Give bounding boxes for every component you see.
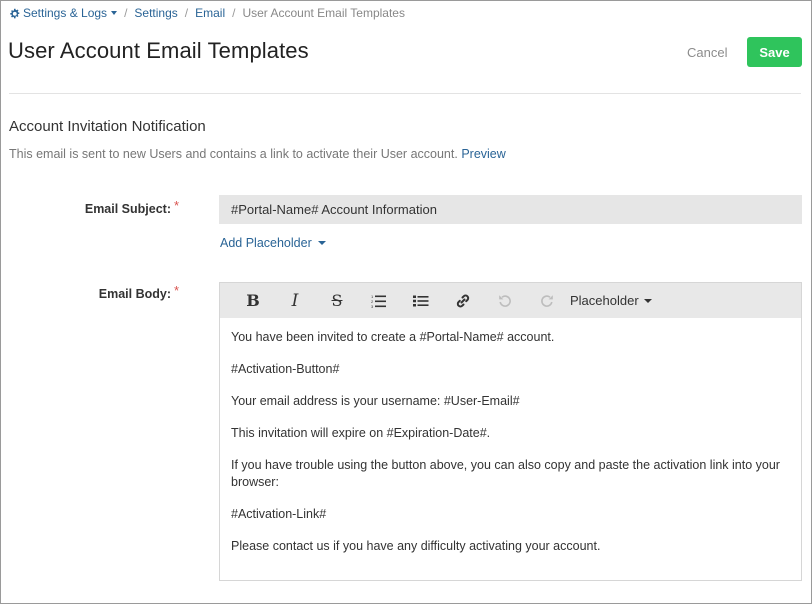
- editor-paragraph: #Activation-Button#: [231, 362, 340, 376]
- placeholder-dropdown-label: Placeholder: [570, 293, 639, 308]
- breadcrumb-separator: /: [124, 6, 128, 20]
- breadcrumb: Settings & Logs / Settings / Email / Use…: [9, 6, 405, 20]
- undo-icon: [499, 294, 511, 307]
- email-subject-label-text: Email Subject:: [84, 202, 171, 216]
- gear-icon: [10, 8, 20, 18]
- required-indicator: *: [173, 198, 179, 213]
- editor-paragraph: #Activation-Link#: [231, 507, 327, 521]
- link-icon: [456, 294, 470, 307]
- unordered-list-button[interactable]: [400, 286, 442, 316]
- breadcrumb-separator: /: [184, 6, 189, 20]
- email-body-editor: B I S 1 2 3 Placeholder You have been in…: [219, 282, 802, 581]
- svg-text:3: 3: [371, 304, 374, 308]
- email-body-label-text: Email Body:: [98, 287, 171, 301]
- add-placeholder-dropdown[interactable]: Add Placeholder: [220, 236, 326, 250]
- redo-button[interactable]: [526, 286, 568, 316]
- section-title: Account Invitation Notification: [9, 118, 206, 135]
- placeholder-dropdown[interactable]: Placeholder: [570, 293, 652, 308]
- link-button[interactable]: [442, 286, 484, 316]
- email-subject-label: Email Subject: *: [1, 198, 179, 216]
- section-description-text: This email is sent to new Users and cont…: [9, 147, 458, 161]
- email-subject-input[interactable]: [219, 195, 802, 224]
- unordered-list-icon: [413, 295, 429, 306]
- editor-paragraph: This invitation will expire on #Expirati…: [231, 426, 491, 440]
- editor-paragraph: Your email address is your username: #Us…: [231, 394, 520, 408]
- breadcrumb-settings[interactable]: Settings: [134, 6, 177, 20]
- editor-content[interactable]: You have been invited to create a #Porta…: [220, 318, 801, 555]
- editor-paragraph: You have been invited to create a #Porta…: [231, 330, 555, 344]
- add-placeholder-label: Add Placeholder: [220, 236, 312, 250]
- preview-link[interactable]: Preview: [461, 147, 505, 161]
- bold-button[interactable]: B: [232, 286, 274, 316]
- breadcrumb-separator: /: [232, 6, 236, 20]
- breadcrumb-root-label: Settings & Logs: [23, 6, 108, 20]
- ordered-list-button[interactable]: 1 2 3: [358, 286, 400, 316]
- required-indicator: *: [173, 283, 179, 298]
- redo-icon: [541, 294, 553, 307]
- save-button[interactable]: Save: [747, 37, 802, 67]
- app-frame: Settings & Logs / Settings / Email / Use…: [0, 0, 812, 604]
- chevron-down-icon: [643, 298, 652, 303]
- breadcrumb-current: User Account Email Templates: [242, 6, 405, 20]
- italic-button[interactable]: I: [274, 286, 316, 316]
- header-divider: [9, 93, 801, 94]
- editor-toolbar: B I S 1 2 3 Placeholder: [220, 283, 801, 318]
- chevron-down-icon: [111, 11, 118, 15]
- email-body-label: Email Body: *: [1, 283, 179, 301]
- cancel-button[interactable]: Cancel: [683, 39, 731, 65]
- editor-paragraph: Please contact us if you have any diffic…: [231, 539, 601, 553]
- undo-button[interactable]: [484, 286, 526, 316]
- page-title: User Account Email Templates: [8, 38, 309, 63]
- ordered-list-icon: 1 2 3: [371, 294, 386, 308]
- chevron-down-icon: [317, 241, 326, 245]
- section-description: This email is sent to new Users and cont…: [9, 147, 506, 161]
- editor-paragraph: If you have trouble using the button abo…: [231, 458, 780, 489]
- strikethrough-button[interactable]: S: [316, 286, 358, 316]
- breadcrumb-settings-logs[interactable]: Settings & Logs: [9, 6, 118, 20]
- breadcrumb-email[interactable]: Email: [195, 6, 225, 20]
